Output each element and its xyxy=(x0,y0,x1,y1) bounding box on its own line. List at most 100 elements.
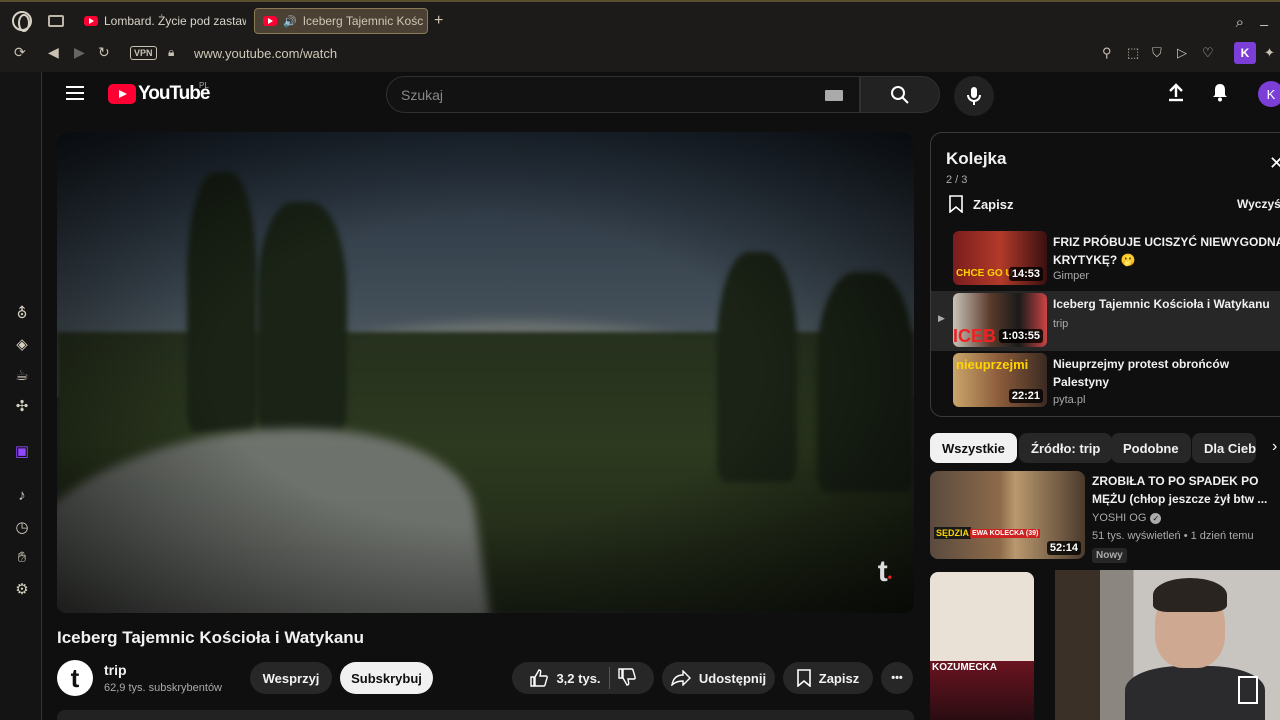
notifications-bell-icon[interactable] xyxy=(1210,82,1230,108)
search-button[interactable] xyxy=(860,76,940,113)
recommendation-meta: 51 tys. wyświetleń • 1 dzień temu xyxy=(1092,530,1254,542)
keyboard-icon[interactable] xyxy=(825,90,843,101)
queue-item-playing[interactable]: ▶ ICEB 1:03:55 Iceberg Tajemnic Kościoła… xyxy=(931,291,1280,351)
thumbs-down-icon xyxy=(617,667,636,686)
sidebar-music-icon[interactable]: ♪ xyxy=(13,487,31,504)
subscriber-count: 62,9 tys. subskrybentów xyxy=(104,682,223,694)
menu-icon[interactable] xyxy=(66,86,84,100)
vpn-badge[interactable]: VPN xyxy=(130,46,157,60)
duration-badge: 52:14 xyxy=(1046,541,1081,555)
search-placeholder: Szukaj xyxy=(401,87,444,103)
now-playing-icon: ▶ xyxy=(938,313,945,323)
queue-panel: Kolejka 2 / 3 ✕ Zapisz Wyczyść CHCE GO U… xyxy=(930,132,1280,417)
like-dislike-group: 3,2 tys. xyxy=(512,662,654,694)
sidebar-settings-icon[interactable]: ⚙ xyxy=(13,580,31,598)
account-avatar[interactable]: K xyxy=(1258,81,1280,107)
search-input[interactable]: Szukaj xyxy=(386,76,860,113)
bookmark-icon xyxy=(949,195,963,213)
sidebar-app-icon[interactable]: ☕︎ xyxy=(13,366,31,384)
queue-position: 2 / 3 xyxy=(946,174,968,186)
like-button[interactable]: 3,2 tys. xyxy=(530,669,601,687)
sidebar-twitch-icon[interactable]: ▣ xyxy=(13,442,31,460)
back-icon[interactable]: ◀ xyxy=(48,44,59,61)
upload-icon[interactable] xyxy=(1166,82,1186,108)
video-player[interactable]: t• xyxy=(57,132,914,613)
tab-iceberg[interactable]: 🔊 Iceberg Tajemnic Kośc xyxy=(254,8,428,34)
opera-menu-icon[interactable] xyxy=(12,11,32,32)
lock-icon[interactable]: 🔒︎ xyxy=(168,45,174,60)
thumbnail-caption: KOZUMECKA xyxy=(932,662,997,673)
snapshot-icon[interactable]: ⬚ xyxy=(1127,45,1139,61)
queue-title: Kolejka xyxy=(946,149,1007,168)
queue-clear-button[interactable]: Wyczyść xyxy=(1237,197,1280,211)
support-button[interactable]: Wesprzyj xyxy=(250,662,332,694)
region-label: PL xyxy=(199,81,209,90)
channel-watermark[interactable]: t• xyxy=(878,555,892,589)
save-button[interactable]: Zapisz xyxy=(783,662,873,694)
youtube-favicon-icon xyxy=(263,16,277,26)
reload-icon[interactable]: ↻ xyxy=(98,44,110,61)
chip-similar[interactable]: Podobne xyxy=(1111,433,1191,463)
channel-avatar[interactable]: t xyxy=(57,660,93,696)
channel-name[interactable]: trip xyxy=(104,662,127,678)
recommendation-title[interactable]: ZROBIŁA TO PO SPADEK PO MĘŻU (chłop jesz… xyxy=(1092,472,1280,508)
tab-bar: Lombard. Życie pod zastaw 🔊 Iceberg Taje… xyxy=(0,6,1280,36)
dislike-button[interactable] xyxy=(617,667,636,689)
extensions-icon[interactable]: ✦ xyxy=(1264,45,1275,61)
close-icon[interactable]: ✕ xyxy=(1269,153,1280,174)
shield-icon[interactable]: ⛉ xyxy=(1152,45,1162,61)
sidebar-extensions-icon[interactable]: ✋︎ xyxy=(13,549,31,566)
recommendation-thumbnail[interactable]: KOZUMECKA xyxy=(930,572,1034,720)
queue-item-channel: trip xyxy=(1053,318,1069,330)
like-divider xyxy=(608,667,610,689)
more-actions-button[interactable]: ••• xyxy=(881,662,913,694)
queue-item-channel: Gimper xyxy=(1053,270,1090,282)
queue-thumbnail: nieuprzejmi 22:21 xyxy=(953,353,1047,407)
queue-item[interactable]: CHCE GO U 14:53 FRIZ PRÓBUJE UCISZYĆ NIE… xyxy=(931,229,1280,289)
queue-item-channel: pyta.pl xyxy=(1053,394,1086,406)
thumbnail-caption: CHCE GO U xyxy=(956,268,1013,279)
forward-icon[interactable]: ▶ xyxy=(74,44,85,61)
chip-source[interactable]: Źródło: trip xyxy=(1019,433,1113,463)
tab-search-icon[interactable]: ⌕ xyxy=(1236,14,1244,31)
video-vignette xyxy=(57,132,914,613)
youtube-logo[interactable]: YouTube xyxy=(108,83,210,105)
duration-badge: 22:21 xyxy=(1008,389,1043,403)
youtube-favicon-icon xyxy=(84,16,98,26)
description-box[interactable] xyxy=(57,710,914,720)
tab-lombard[interactable]: Lombard. Życie pod zastaw xyxy=(76,8,246,34)
recommendation-channel[interactable]: YOSHI OG ✓ xyxy=(1092,512,1162,524)
flow-send-icon[interactable]: ▷ xyxy=(1177,45,1187,61)
verified-icon: ✓ xyxy=(1150,512,1162,524)
share-button[interactable]: Udostępnij xyxy=(662,662,775,694)
chip-all[interactable]: Wszystkie xyxy=(930,433,1017,463)
workspaces-icon[interactable] xyxy=(48,15,64,27)
queue-item-title: FRIZ PRÓBUJE UCISZYĆ NIEWYGODNĄ KRYTYKĘ?… xyxy=(1053,235,1280,267)
voice-search-button[interactable] xyxy=(954,76,994,116)
chevron-right-icon[interactable]: › xyxy=(1272,438,1277,456)
url-field[interactable]: www.youtube.com/watch xyxy=(194,46,337,61)
chip-for-you[interactable]: Dla Ciebie xyxy=(1192,433,1256,463)
thumbnail-caption: ICEB xyxy=(953,326,997,346)
speaker-icon[interactable]: 🔊 xyxy=(283,15,297,28)
sidebar-crypto-icon[interactable]: ◈ xyxy=(13,335,31,353)
new-badge: Nowy xyxy=(1092,548,1127,563)
queue-item-title: Nieuprzejmy protest obrońców Palestyny xyxy=(1053,357,1230,389)
recommendation-thumbnail[interactable]: SĘDZIA EWA KOLECKA (39) 52:14 xyxy=(930,471,1085,559)
queue-item[interactable]: nieuprzejmi 22:21 Nieuprzejmy protest ob… xyxy=(931,351,1280,411)
sidebar-history-icon[interactable]: ◷ xyxy=(13,518,31,536)
minimize-icon[interactable]: _ xyxy=(1260,10,1268,26)
webcam-person-hair xyxy=(1153,578,1227,612)
pin-icon[interactable]: ⚲ xyxy=(1102,45,1112,61)
tab-label: Iceberg Tajemnic Kośc xyxy=(302,14,424,28)
new-tab-button[interactable]: + xyxy=(434,12,443,30)
profile-avatar[interactable]: K xyxy=(1234,42,1256,64)
opera-sidebar: ⛢ ◈ ☕︎ ✣ ▣ ♪ ◷ ✋︎ ⚙ xyxy=(0,72,42,720)
sidebar-aria-icon[interactable]: ⛢ xyxy=(13,304,31,322)
reload-sync-icon[interactable]: ⟳ xyxy=(14,44,26,61)
subscribe-button[interactable]: Subskrybuj xyxy=(340,662,433,694)
heart-icon[interactable]: ♡ xyxy=(1202,45,1214,61)
share-icon xyxy=(671,670,691,686)
queue-save-button[interactable]: Zapisz xyxy=(949,195,1013,213)
sidebar-chatgpt-icon[interactable]: ✣ xyxy=(13,397,31,415)
